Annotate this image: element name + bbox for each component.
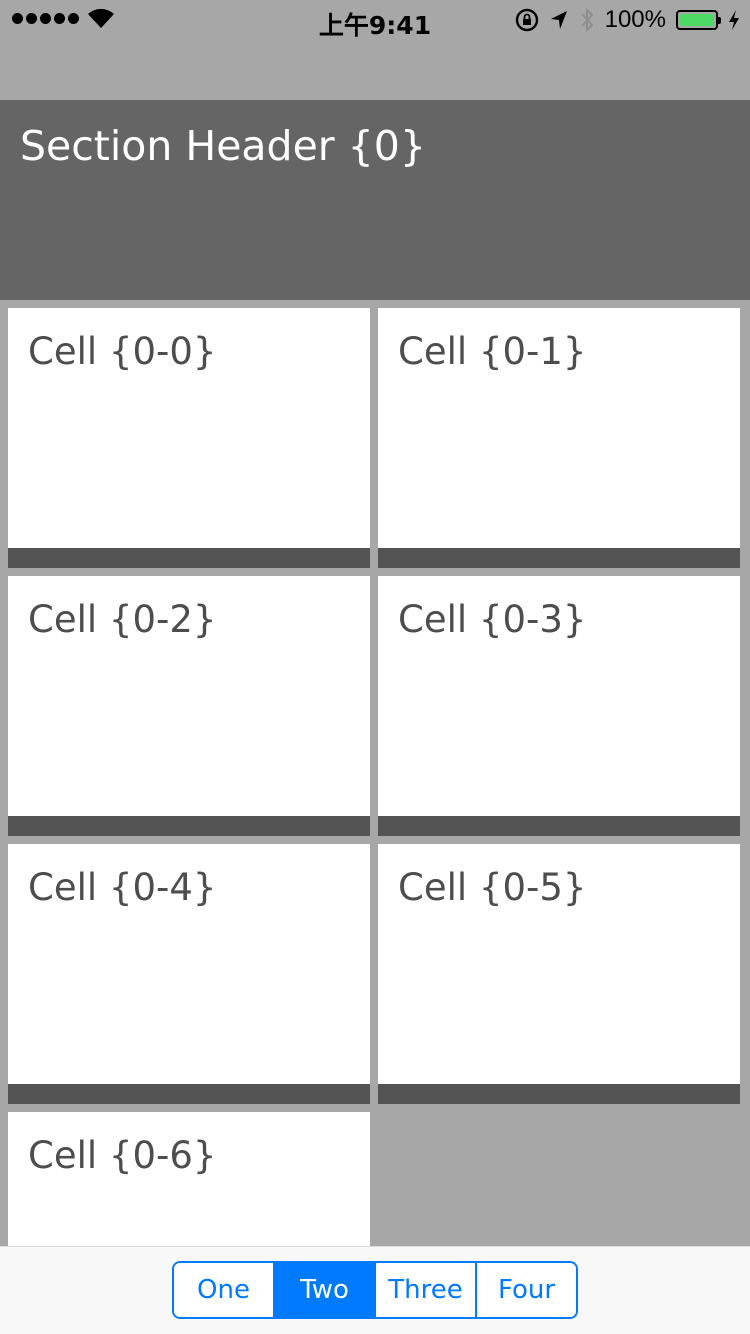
- location-arrow-icon: [550, 11, 567, 29]
- cell-label: Cell {0-0}: [28, 330, 217, 373]
- section-header-title: Section Header {0}: [20, 122, 426, 170]
- segment-four[interactable]: Four: [477, 1263, 576, 1317]
- grid-cell[interactable]: Cell {0-3}: [378, 576, 740, 836]
- battery-percent: 100%: [604, 6, 666, 33]
- segment-two[interactable]: Two: [275, 1263, 376, 1317]
- grid-cell[interactable]: Cell {0-6}: [8, 1112, 370, 1252]
- cell-footer-bar: [8, 548, 370, 568]
- grid-cell[interactable]: Cell {0-0}: [8, 308, 370, 568]
- charging-bolt-icon: [729, 10, 739, 30]
- cell-footer-bar: [8, 1084, 370, 1104]
- status-right-group: 100%: [515, 6, 740, 34]
- grid-cell[interactable]: Cell {0-4}: [8, 844, 370, 1104]
- orientation-lock-icon: [515, 8, 538, 32]
- cell-label: Cell {0-1}: [398, 330, 587, 373]
- section-header: Section Header {0}: [0, 100, 750, 300]
- cell-label: Cell {0-2}: [28, 598, 217, 641]
- battery-icon: [676, 10, 721, 30]
- segment-one[interactable]: One: [174, 1263, 275, 1317]
- bottom-toolbar: One Two Three Four: [0, 1246, 750, 1334]
- grid-cell[interactable]: Cell {0-1}: [378, 308, 740, 568]
- cell-label: Cell {0-4}: [28, 866, 217, 909]
- cell-label: Cell {0-6}: [28, 1134, 217, 1177]
- grid-cell[interactable]: Cell {0-2}: [8, 576, 370, 836]
- segment-three[interactable]: Three: [376, 1263, 477, 1317]
- status-bar: 上午9:41 100%: [0, 0, 750, 40]
- cell-label: Cell {0-5}: [398, 866, 587, 909]
- segmented-control: One Two Three Four: [172, 1261, 578, 1319]
- cell-footer-bar: [378, 548, 740, 568]
- cell-footer-bar: [378, 816, 740, 836]
- cell-label: Cell {0-3}: [398, 598, 587, 641]
- cell-footer-bar: [378, 1084, 740, 1104]
- grid-cell[interactable]: Cell {0-5}: [378, 844, 740, 1104]
- bluetooth-icon: [580, 7, 593, 33]
- cell-footer-bar: [8, 816, 370, 836]
